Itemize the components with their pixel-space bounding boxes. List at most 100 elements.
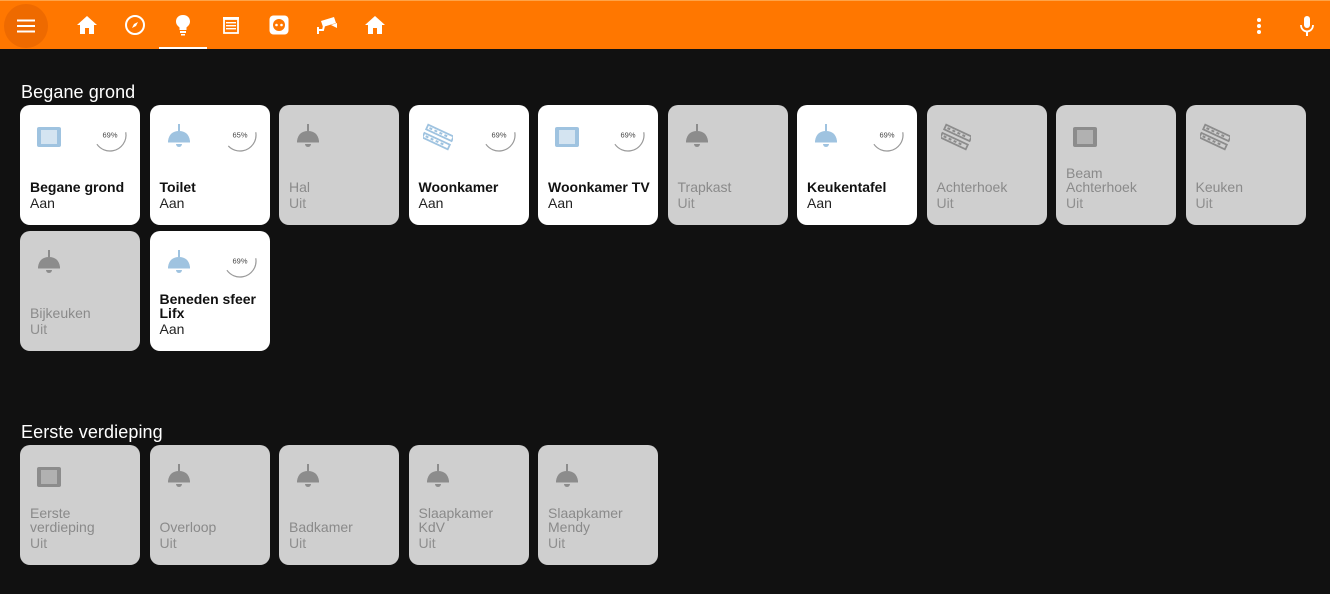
- tile-state: Aan: [418, 195, 444, 211]
- light-tile[interactable]: 69% Keukentafel Aan: [797, 105, 917, 225]
- light-tile[interactable]: Slaapkamer KdV Uit: [408, 445, 529, 565]
- tile-name: Toilet: [159, 179, 196, 195]
- tile-name: Keukentafel: [807, 179, 887, 195]
- light-tile[interactable]: Bijkeuken Uit: [20, 231, 140, 351]
- tile-name: Beneden sfeer Lifx: [159, 291, 256, 321]
- tile-state: Uit: [548, 535, 566, 551]
- tile-state: Uit: [30, 321, 48, 337]
- light-tile[interactable]: Slaapkamer Mendy Uit: [538, 445, 658, 565]
- light-tile[interactable]: 69% Woonkamer Aan: [408, 105, 529, 225]
- tile-state: Aan: [30, 195, 55, 211]
- tile-state: Aan: [548, 195, 573, 211]
- light-tile[interactable]: Hal Uit: [279, 105, 399, 225]
- lightbulb-icon: [176, 15, 190, 36]
- led-strip-icon: [938, 122, 973, 152]
- tile-name: Begane grond: [30, 179, 125, 195]
- light-panel-icon: [1070, 122, 1100, 152]
- svg-text:69%: 69%: [102, 131, 117, 140]
- section-title: Eerste verdieping: [21, 422, 163, 442]
- tile-state: Uit: [418, 535, 436, 551]
- app-toolbar: [0, 0, 1330, 49]
- tile-name: Slaapkamer KdV: [418, 505, 494, 535]
- dots-vertical-icon: [1257, 18, 1261, 34]
- tile-name: Woonkamer TV: [548, 179, 650, 195]
- light-tile[interactable]: Trapkast Uit: [667, 105, 788, 225]
- light-tile[interactable]: Overloop Uit: [149, 445, 270, 565]
- tile-state: Uit: [159, 535, 177, 551]
- led-strip-icon: [1197, 122, 1232, 152]
- tile-state: Aan: [807, 195, 832, 211]
- voice-command-button[interactable]: [1285, 4, 1329, 48]
- brightness-dial[interactable]: 69%: [222, 243, 258, 279]
- light-tile[interactable]: 65% Toilet Aan: [149, 105, 270, 225]
- brightness-dial[interactable]: 65%: [222, 117, 258, 153]
- tile-state: Uit: [289, 195, 307, 211]
- tab-sockets[interactable]: [255, 1, 303, 49]
- compass-icon: [125, 15, 145, 35]
- light-tile[interactable]: Eerste verdieping Uit: [20, 445, 140, 565]
- tile-name: Woonkamer: [418, 179, 499, 195]
- tile-state: Uit: [677, 195, 695, 211]
- ceiling-lamp-icon: [423, 462, 453, 492]
- light-panel-icon: [34, 122, 64, 152]
- cctv-camera-icon: [317, 17, 337, 34]
- ceiling-lamp-icon: [164, 248, 194, 278]
- tab-lights[interactable]: [159, 1, 207, 49]
- tile-state: Uit: [289, 535, 307, 551]
- ceiling-lamp-icon: [164, 122, 194, 152]
- ceiling-lamp-icon: [34, 248, 64, 278]
- tab-compass[interactable]: [111, 1, 159, 49]
- tile-name: Achterhoek: [936, 179, 1008, 195]
- tile-name: Slaapkamer Mendy: [548, 505, 623, 535]
- ceiling-lamp-icon: [293, 122, 323, 152]
- tile-name: Bijkeuken: [30, 305, 91, 321]
- tile-name: Trapkast: [677, 179, 732, 195]
- brightness-dial[interactable]: 69%: [481, 117, 517, 153]
- light-tile[interactable]: Beam Achterhoek Uit: [1056, 105, 1176, 225]
- tab-home-2[interactable]: [351, 1, 399, 49]
- tile-name: Badkamer: [289, 519, 353, 535]
- tab-cameras[interactable]: [303, 1, 351, 49]
- brightness-dial[interactable]: 69%: [869, 117, 905, 153]
- ceiling-lamp-icon: [552, 462, 582, 492]
- led-strip-icon: [420, 122, 455, 152]
- home-icon: [77, 16, 97, 34]
- svg-text:69%: 69%: [491, 131, 506, 140]
- svg-text:65%: 65%: [232, 131, 247, 140]
- light-tile[interactable]: Achterhoek Uit: [926, 105, 1047, 225]
- tile-state: Uit: [30, 535, 48, 551]
- light-tile[interactable]: Keuken Uit: [1185, 105, 1306, 225]
- tile-name: Beam Achterhoek: [1066, 165, 1137, 195]
- brightness-dial[interactable]: 69%: [610, 117, 646, 153]
- light-tile[interactable]: Badkamer Uit: [279, 445, 399, 565]
- ceiling-lamp-icon: [811, 122, 841, 152]
- svg-text:69%: 69%: [232, 257, 247, 266]
- light-tile[interactable]: 69% Beneden sfeer Lifx Aan: [149, 231, 270, 351]
- tile-state: Aan: [159, 321, 185, 337]
- tile-name: Hal: [289, 179, 311, 195]
- tile-state: Uit: [936, 195, 954, 211]
- ceiling-lamp-icon: [682, 122, 712, 152]
- brightness-dial[interactable]: 69%: [92, 117, 128, 153]
- tab-blinds[interactable]: [207, 1, 255, 49]
- section-title: Begane grond: [21, 82, 136, 102]
- svg-text:69%: 69%: [879, 131, 894, 140]
- tile-name: Keuken: [1195, 179, 1243, 195]
- svg-text:69%: 69%: [620, 131, 635, 140]
- tab-home[interactable]: [63, 1, 111, 49]
- ceiling-lamp-icon: [164, 462, 194, 492]
- menu-button[interactable]: [4, 4, 48, 48]
- tile-state: Uit: [1066, 195, 1084, 211]
- light-panel-icon: [552, 122, 582, 152]
- light-tile[interactable]: 69% Begane grond Aan: [20, 105, 140, 225]
- hamburger-menu-icon: [17, 19, 35, 33]
- more-options-button[interactable]: [1237, 4, 1281, 48]
- ceiling-lamp-icon: [293, 462, 323, 492]
- home-icon: [365, 16, 385, 34]
- tile-name: Overloop: [159, 519, 217, 535]
- tile-state: Uit: [1195, 195, 1213, 211]
- blinds-icon: [223, 17, 239, 34]
- light-tile[interactable]: 69% Woonkamer TV Aan: [538, 105, 658, 225]
- tile-state: Aan: [159, 195, 185, 211]
- microphone-icon: [1300, 16, 1314, 36]
